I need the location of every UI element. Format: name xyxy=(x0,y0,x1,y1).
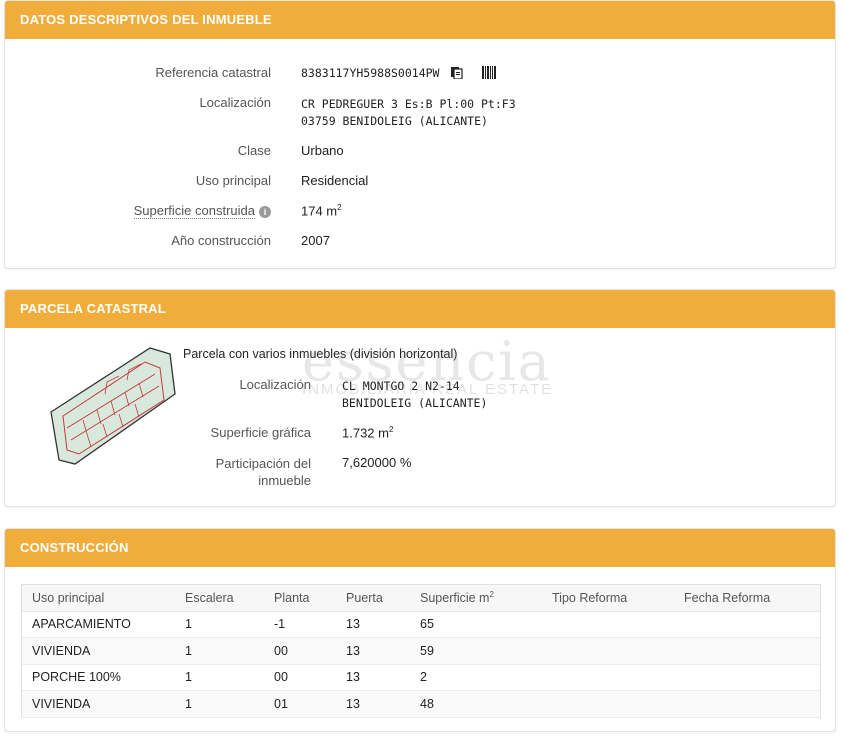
superficie-construida-value: 174 m2 xyxy=(301,203,342,218)
localizacion-line-1: CR PEDREGUER 3 Es:B Pl:00 Pt:F3 xyxy=(301,97,516,111)
ref-catastral-value: 8383117YH5988S0014PW xyxy=(301,66,497,82)
parcela-localizacion-line-1: CL MONTGO 2 N2-14 xyxy=(342,379,460,393)
col-superficie: Superficie m2 xyxy=(410,585,542,612)
cell-fecha-reforma xyxy=(674,637,820,665)
uso-principal-value: Residencial xyxy=(301,173,369,188)
cell-planta: -1 xyxy=(264,611,336,638)
cell-escalera: 1 xyxy=(175,690,264,718)
superficie-construida-number: 174 m xyxy=(301,203,338,219)
uso-principal-label: Uso principal xyxy=(195,173,271,188)
col-superficie-text: Superficie m xyxy=(420,591,490,606)
parcela-header: PARCELA CATASTRAL xyxy=(5,290,835,328)
localizacion-value: CR PEDREGUER 3 Es:B Pl:00 Pt:F3 03759 BE… xyxy=(301,96,516,130)
participacion-label-line-2: inmueble xyxy=(258,473,311,488)
ref-catastral-label: Referencia catastral xyxy=(155,65,271,80)
construccion-table: Uso principal Escalera Planta Puerta Sup… xyxy=(22,585,820,718)
parcela-descripcion: Parcela con varios inmuebles (división h… xyxy=(183,347,458,361)
cell-puerta: 13 xyxy=(336,690,410,718)
col-planta: Planta xyxy=(264,585,336,612)
cell-tipo-reforma xyxy=(542,637,674,665)
cell-superficie: 59 xyxy=(410,637,542,665)
superficie-grafica-label: Superficie gráfica xyxy=(210,425,311,440)
construccion-header-row: Uso principal Escalera Planta Puerta Sup… xyxy=(22,585,820,612)
cell-puerta: 13 xyxy=(336,664,410,691)
barcode-icon[interactable] xyxy=(482,66,497,82)
parcela-panel: PARCELA CATASTRAL Parcela con varios inm… xyxy=(4,289,836,507)
cell-tipo-reforma xyxy=(542,690,674,718)
parcela-localizacion-label: Localización xyxy=(239,377,311,392)
datos-inmueble-panel: DATOS DESCRIPTIVOS DEL INMUEBLE Referenc… xyxy=(4,0,836,269)
table-row: VIVIENDA 1 00 13 59 xyxy=(22,637,820,665)
cell-uso: VIVIENDA xyxy=(22,690,175,718)
cell-uso: APARCAMIENTO xyxy=(22,611,175,638)
construccion-panel: CONSTRUCCIÓN Uso principal Escalera Plan… xyxy=(4,528,836,732)
cell-fecha-reforma xyxy=(674,611,820,638)
col-tipo-reforma: Tipo Reforma xyxy=(542,585,674,612)
localizacion-label: Localización xyxy=(199,95,271,110)
cell-uso: PORCHE 100% xyxy=(22,664,175,691)
superficie-construida-label: Superficie construida i xyxy=(133,203,271,219)
participacion-label-line-1: Participación del xyxy=(215,456,311,471)
cell-fecha-reforma xyxy=(674,690,820,718)
cell-escalera: 1 xyxy=(175,611,264,638)
info-icon[interactable]: i xyxy=(259,206,271,218)
cell-puerta: 13 xyxy=(336,611,410,638)
table-row: APARCAMIENTO 1 -1 13 65 xyxy=(22,611,820,638)
cell-superficie: 48 xyxy=(410,690,542,718)
superficie-grafica-value: 1.732 m2 xyxy=(342,425,393,440)
cell-planta: 01 xyxy=(264,690,336,718)
cell-puerta: 13 xyxy=(336,637,410,665)
parcela-localizacion-line-2: BENIDOLEIG (ALICANTE) xyxy=(342,396,488,410)
table-row: PORCHE 100% 1 00 13 2 xyxy=(22,664,820,691)
col-fecha-reforma: Fecha Reforma xyxy=(674,585,820,612)
ref-catastral-text: 8383117YH5988S0014PW xyxy=(301,66,440,80)
table-row: VIVIENDA 1 01 13 48 xyxy=(22,690,820,718)
col-superficie-sup: 2 xyxy=(489,590,494,600)
col-puerta: Puerta xyxy=(336,585,410,612)
participacion-label: Participación del inmueble xyxy=(216,455,311,489)
parcel-map[interactable] xyxy=(45,342,180,470)
cell-fecha-reforma xyxy=(674,664,820,691)
datos-inmueble-header: DATOS DESCRIPTIVOS DEL INMUEBLE xyxy=(5,1,835,39)
cell-superficie: 2 xyxy=(410,664,542,691)
clase-label: Clase xyxy=(237,143,271,158)
cell-escalera: 1 xyxy=(175,664,264,691)
cell-planta: 00 xyxy=(264,637,336,665)
participacion-value: 7,620000 % xyxy=(342,455,412,470)
copy-icon[interactable] xyxy=(450,66,464,82)
parcela-localizacion-value: CL MONTGO 2 N2-14 BENIDOLEIG (ALICANTE) xyxy=(342,378,487,412)
superficie-grafica-number: 1.732 m xyxy=(342,425,389,441)
clase-value: Urbano xyxy=(301,143,344,158)
cell-tipo-reforma xyxy=(542,611,674,638)
col-escalera: Escalera xyxy=(175,585,264,612)
superficie-construida-sup: 2 xyxy=(337,203,342,212)
localizacion-line-2: 03759 BENIDOLEIG (ALICANTE) xyxy=(301,114,488,128)
ano-construccion-value: 2007 xyxy=(301,233,330,248)
cell-superficie: 65 xyxy=(410,611,542,638)
ano-construccion-label: Año construcción xyxy=(171,233,271,248)
cell-escalera: 1 xyxy=(175,637,264,665)
superficie-grafica-sup: 2 xyxy=(388,425,394,434)
col-uso-principal: Uso principal xyxy=(22,585,175,612)
cell-tipo-reforma xyxy=(542,664,674,691)
construccion-header: CONSTRUCCIÓN xyxy=(5,529,835,567)
cell-uso: VIVIENDA xyxy=(22,637,175,665)
cell-planta: 00 xyxy=(264,664,336,691)
superficie-construida-text: Superficie construida xyxy=(133,203,255,219)
